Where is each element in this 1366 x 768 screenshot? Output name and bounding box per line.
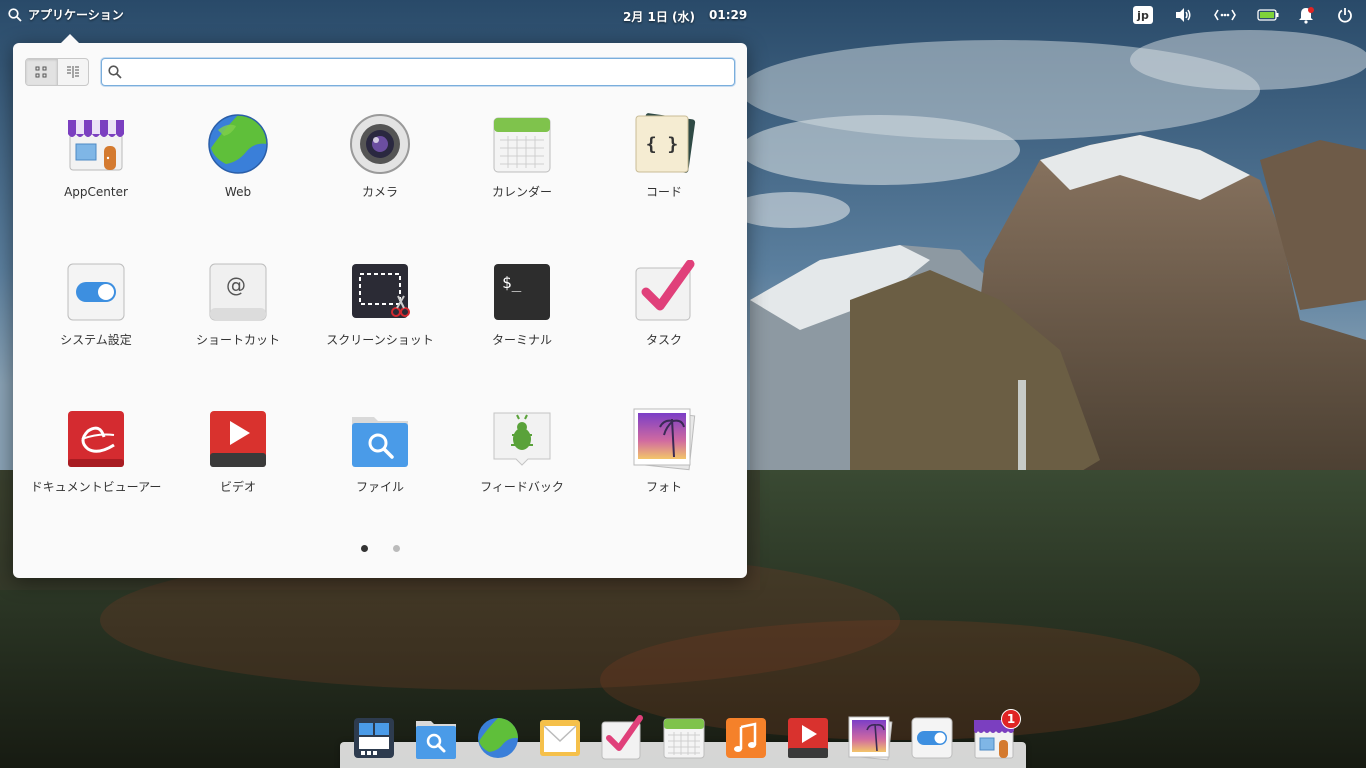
- system-settings-icon: [911, 717, 953, 759]
- power-icon[interactable]: [1336, 5, 1354, 25]
- app-photos[interactable]: フォト: [593, 407, 735, 495]
- app-shortcut[interactable]: @ ショートカット: [167, 260, 309, 348]
- app-videos[interactable]: ビデオ: [167, 407, 309, 495]
- videos-icon: [788, 718, 828, 758]
- svg-text:$_: $_: [502, 273, 522, 292]
- app-label: フィードバック: [480, 480, 564, 494]
- videos-icon: [206, 407, 270, 471]
- dock-item-calendar[interactable]: [661, 715, 707, 761]
- date-label: 2月 1日 (水): [623, 10, 696, 24]
- app-label: タスク: [645, 333, 682, 347]
- app-tasks[interactable]: タスク: [593, 259, 735, 348]
- mail-icon: [540, 720, 580, 756]
- app-calendar[interactable]: カレンダー: [451, 112, 593, 200]
- time-label: 01:29: [709, 8, 748, 22]
- search-icon: [8, 7, 22, 22]
- appcenter-icon: [64, 112, 128, 176]
- app-label: カレンダー: [491, 185, 552, 199]
- app-label: AppCenter: [64, 185, 128, 199]
- app-label: Web: [224, 185, 252, 199]
- app-label: ファイル: [355, 480, 404, 494]
- camera-icon: [348, 112, 412, 176]
- dock-item-music[interactable]: [723, 715, 769, 761]
- keyboard-layout-label: jp: [1133, 6, 1153, 24]
- calendar-icon: [490, 112, 554, 176]
- top-panel: アプリケーション 2月 1日 (水) 01:29 jp: [0, 0, 1366, 30]
- dock-item-videos[interactable]: [785, 715, 831, 761]
- app-camera[interactable]: カメラ: [309, 112, 451, 200]
- app-document-viewer[interactable]: ドキュメントビューアー: [25, 407, 167, 495]
- terminal-icon: $_: [490, 260, 554, 324]
- svg-text:@: @: [226, 273, 246, 297]
- app-label: ショートカット: [195, 333, 280, 347]
- app-label: スクリーンショット: [326, 333, 434, 347]
- app-label: ターミナル: [491, 333, 552, 347]
- dock-item-system-settings[interactable]: [909, 715, 955, 761]
- web-browser-icon: [478, 718, 518, 758]
- multitasking-view-icon: [354, 718, 394, 758]
- date-time-indicator[interactable]: 2月 1日 (水) 01:29: [623, 8, 747, 25]
- shortcut-icon: @: [206, 260, 270, 324]
- app-web[interactable]: Web: [167, 112, 309, 200]
- app-system-settings[interactable]: システム設定: [25, 260, 167, 348]
- dock-item-mail[interactable]: [537, 715, 583, 761]
- dock-item-tasks[interactable]: [599, 715, 645, 761]
- app-label: コード: [645, 185, 682, 199]
- grid-view-button[interactable]: [26, 59, 58, 85]
- grid-view-icon: [35, 66, 47, 78]
- app-label: フォト: [645, 480, 682, 494]
- app-label: ドキュメントビューアー: [30, 480, 162, 494]
- files-icon: [416, 721, 456, 759]
- page-dot-2[interactable]: [392, 545, 400, 552]
- applications-label: アプリケーション: [28, 8, 124, 22]
- dock-item-files[interactable]: [413, 715, 459, 761]
- network-icon[interactable]: [1213, 5, 1237, 25]
- category-view-button[interactable]: [58, 59, 89, 85]
- search-field[interactable]: [101, 58, 735, 86]
- code-icon: { }: [632, 112, 696, 176]
- page-dot-1[interactable]: [360, 545, 368, 552]
- app-label: カメラ: [361, 185, 398, 199]
- category-view-icon: [66, 66, 79, 78]
- keyboard-layout-indicator[interactable]: jp: [1133, 5, 1153, 25]
- document-viewer-icon: [64, 407, 128, 471]
- photos-icon: [632, 407, 696, 471]
- view-mode-switcher: [25, 58, 89, 86]
- system-settings-icon: [64, 260, 128, 324]
- applications-popover: AppCenter Web カメラ カレンダー { } コード システム設定 @…: [13, 34, 747, 578]
- applications-menu-button[interactable]: アプリケーション: [8, 6, 124, 23]
- calendar-icon: [663, 718, 705, 759]
- feedback-icon: [490, 407, 554, 471]
- svg-text:{ }: { }: [646, 134, 679, 155]
- app-appcenter[interactable]: AppCenter: [25, 112, 167, 200]
- dock: 1: [340, 705, 1026, 768]
- volume-icon[interactable]: [1173, 5, 1193, 25]
- update-count-badge: 1: [1001, 709, 1021, 729]
- app-feedback[interactable]: フィードバック: [451, 407, 593, 495]
- battery-icon[interactable]: [1256, 5, 1280, 25]
- search-input[interactable]: [128, 60, 734, 84]
- dock-item-photos[interactable]: [847, 715, 893, 761]
- app-files[interactable]: ファイル: [309, 407, 451, 495]
- tasks-icon: [632, 259, 696, 324]
- web-browser-icon: [206, 112, 270, 176]
- dock-item-web[interactable]: [475, 715, 521, 761]
- notification-icon[interactable]: [1296, 5, 1316, 25]
- tasks-icon: [601, 715, 643, 760]
- dock-item-multitasking-view[interactable]: [351, 715, 397, 761]
- files-icon: [348, 407, 412, 471]
- app-label: ビデオ: [219, 480, 256, 494]
- app-label: システム設定: [60, 333, 132, 347]
- screenshot-icon: [348, 260, 412, 324]
- music-icon: [726, 718, 766, 758]
- app-code[interactable]: { } コード: [593, 112, 735, 200]
- app-terminal[interactable]: $_ ターミナル: [451, 260, 593, 348]
- photos-icon: [848, 716, 893, 761]
- app-screenshot[interactable]: スクリーンショット: [309, 260, 451, 348]
- page-switcher: [13, 545, 747, 552]
- search-icon: [108, 65, 122, 79]
- dock-item-appcenter[interactable]: 1: [971, 709, 1021, 761]
